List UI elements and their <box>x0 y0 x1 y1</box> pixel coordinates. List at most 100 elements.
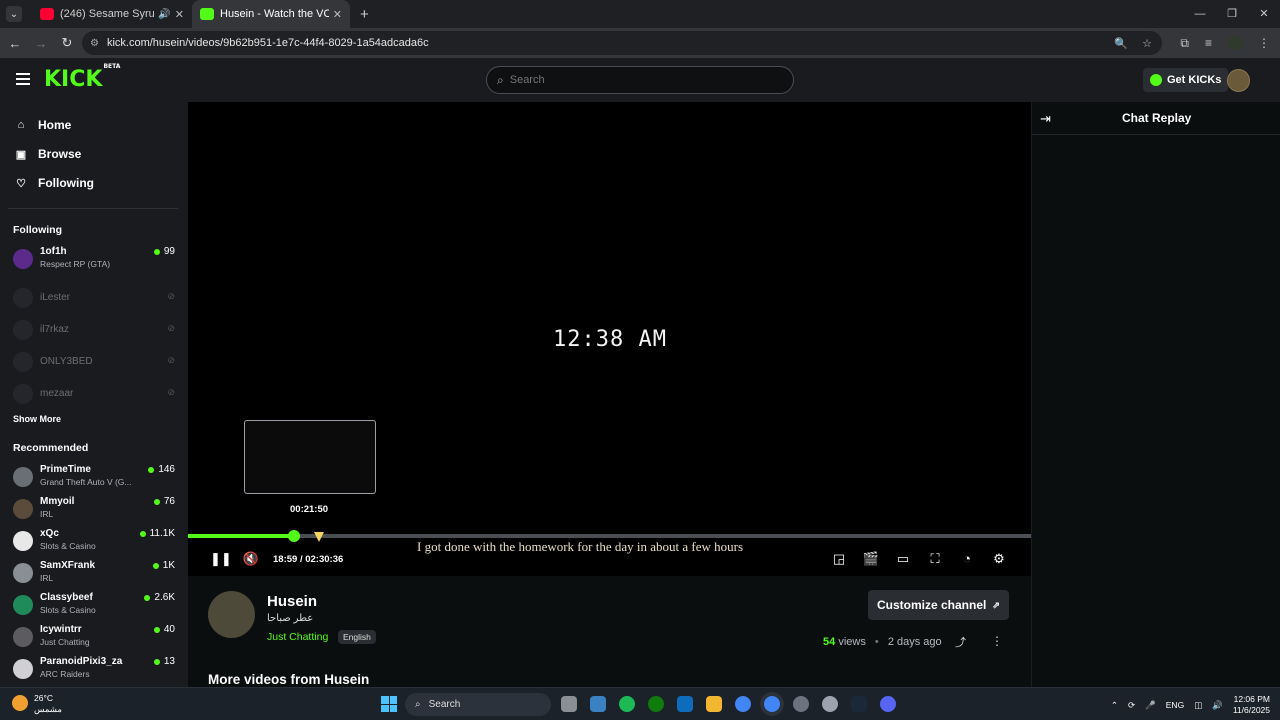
customize-channel-button[interactable]: Customize channel ⇗ <box>868 590 1009 620</box>
microphone-icon[interactable]: 🎤 <box>1145 700 1156 711</box>
close-tab-icon[interactable]: ✕ <box>175 8 184 21</box>
language-tag[interactable]: English <box>338 630 376 644</box>
maximize-icon[interactable]: ❐ <box>1216 0 1248 28</box>
steam-icon[interactable] <box>851 696 867 712</box>
tray-chevron-icon[interactable]: ⌃ <box>1111 700 1118 711</box>
recommended-channel[interactable]: Mmyoil IRL 76 <box>13 496 177 526</box>
viewer-count-value: 146 <box>158 464 175 475</box>
more-options-icon[interactable]: ⋮ <box>991 634 1003 648</box>
channel-name: Mmyoil <box>40 496 75 507</box>
clip-icon[interactable]: 🎬 <box>862 551 880 567</box>
back-icon[interactable]: ← <box>4 36 26 51</box>
chrome-icon[interactable] <box>735 696 751 712</box>
new-tab-icon[interactable]: + <box>360 6 369 23</box>
more-videos-heading: More videos from Husein <box>208 672 370 687</box>
recommended-channel[interactable]: PrimeTime Grand Theft Auto V (G... 146 <box>13 464 177 494</box>
seek-bar[interactable] <box>188 530 1031 542</box>
following-channel[interactable]: il7rkaz ⊘ <box>13 317 177 347</box>
extensions-icon[interactable]: ⧉ <box>1180 36 1189 51</box>
user-avatar[interactable] <box>1227 69 1250 92</box>
collapse-chat-icon[interactable]: ⇥ <box>1040 111 1051 127</box>
category-link[interactable]: Just Chatting <box>267 631 328 643</box>
search-input[interactable] <box>509 74 770 86</box>
channel-name: iLester <box>40 292 71 303</box>
settings-app-icon[interactable] <box>822 696 838 712</box>
app-icon[interactable] <box>793 696 809 712</box>
file-explorer-icon[interactable] <box>706 696 722 712</box>
site-search[interactable]: ⌕ <box>486 66 794 94</box>
seek-bar-handle[interactable] <box>288 530 301 542</box>
network-icon[interactable]: ⟳ <box>1128 700 1135 711</box>
zoom-icon[interactable]: 🔍 <box>1114 37 1128 50</box>
recommended-channel[interactable]: SamXFrank IRL 1K <box>13 560 177 590</box>
browser-tab-youtube[interactable]: (246) Sesame Syrup - Cigar 🔊 ✕ <box>32 0 192 28</box>
seek-preview-time: 00:21:50 <box>290 504 329 515</box>
pause-icon[interactable]: ❚❚ <box>210 551 232 567</box>
input-language[interactable]: ENG <box>1166 700 1184 710</box>
close-window-icon[interactable]: ✕ <box>1248 0 1280 28</box>
sidebar: ⌂ Home ▣ Browse ♡ Following Following 1of1h… <box>0 102 188 687</box>
discord-icon[interactable] <box>880 696 896 712</box>
divider <box>8 208 178 209</box>
menu-hamburger-icon[interactable] <box>16 73 30 88</box>
kick-logo[interactable]: KICKBETA <box>44 63 120 92</box>
following-channel[interactable]: ONLY3BED ⊘ <box>13 349 177 379</box>
store-icon[interactable] <box>590 696 606 712</box>
forward-icon[interactable]: → <box>30 36 52 51</box>
clock[interactable]: 12:06 PM 11/6/2025 <box>1233 694 1270 716</box>
show-more-link[interactable]: Show More <box>13 414 61 424</box>
get-kicks-button[interactable]: Get KICKs <box>1143 68 1229 92</box>
fullscreen-icon[interactable]: ⛶ <box>926 551 944 567</box>
windows-start-icon[interactable] <box>381 696 397 712</box>
channel-category: IRL <box>40 509 54 519</box>
channel-name[interactable]: Husein <box>267 593 317 610</box>
viewer-count: 76 <box>153 496 175 507</box>
miniplayer-icon[interactable]: ◲ <box>830 551 848 567</box>
wifi-icon[interactable]: ◫ <box>1194 700 1202 711</box>
following-channel[interactable]: iLester ⊘ <box>13 285 177 315</box>
task-view-icon[interactable] <box>561 696 577 712</box>
channel-category: ARC Raiders <box>40 669 90 679</box>
outlook-icon[interactable] <box>677 696 693 712</box>
theater-mode-icon[interactable]: ▭ <box>894 551 912 567</box>
taskbar-search[interactable]: ⌕ Search <box>405 693 551 716</box>
tab-search-chevron-icon[interactable]: ⌄ <box>6 6 22 22</box>
video-player[interactable]: 12:38 AM 00:21:50 I got done with the ho… <box>188 102 1031 576</box>
speaker-icon[interactable]: 🔊 <box>158 9 170 20</box>
muted-volume-icon[interactable]: 🔇 <box>242 551 260 567</box>
xbox-icon[interactable] <box>648 696 664 712</box>
recommended-channel[interactable]: ParanoidPixi3_za ARC Raiders 13 <box>13 656 177 686</box>
browser-menu-icon[interactable]: ⋮ <box>1258 36 1270 50</box>
channel-avatar-large[interactable] <box>208 591 255 638</box>
recommended-channel[interactable]: xQc Slots & Casino 11.1K <box>13 528 177 558</box>
browser-tab-kick[interactable]: Husein - Watch the VOD on Kick ✕ <box>192 0 350 28</box>
channel-name: mezaar <box>40 388 74 399</box>
system-tray: ⌃ ⟳ 🎤 ENG ◫ 🔊 12:06 PM 11/6/2025 <box>1111 694 1270 716</box>
share-icon[interactable]: ⤴ <box>955 634 966 650</box>
recommended-channel[interactable]: Classybeef Slots & Casino 2.6K <box>13 592 177 622</box>
recommended-channel[interactable]: Icywintrr Just Chatting 40 <box>13 624 177 654</box>
chrome-active-icon[interactable] <box>764 696 780 712</box>
profile-avatar[interactable] <box>1228 36 1242 50</box>
taskbar-search-label: Search <box>428 699 461 710</box>
close-tab-icon[interactable]: ✕ <box>333 8 342 21</box>
site-info-icon[interactable]: ⚙ <box>90 38 99 49</box>
nav-browse[interactable]: ▣ Browse <box>14 147 82 161</box>
settings-gear-icon[interactable]: ⚙ <box>990 551 1008 567</box>
viewer-count-value: 13 <box>163 656 175 667</box>
nav-following[interactable]: ♡ Following <box>14 176 94 190</box>
chat-title: Chat Replay <box>1122 111 1192 125</box>
playback-speed-icon[interactable]: ◔ <box>958 551 976 566</box>
following-channel[interactable]: 1of1h Respect RP (GTA) 99 <box>13 246 177 276</box>
following-channel[interactable]: mezaar ⊘ <box>13 381 177 411</box>
reload-icon[interactable]: ↻ <box>56 35 78 51</box>
viewer-count-value: 99 <box>163 246 175 257</box>
spotify-icon[interactable] <box>619 696 635 712</box>
bookmark-star-icon[interactable]: ☆ <box>1142 37 1152 50</box>
minimize-icon[interactable]: — <box>1184 0 1216 28</box>
nav-home[interactable]: ⌂ Home <box>14 118 72 132</box>
url-bar[interactable]: ⚙ kick.com/husein/videos/9b62b951-1e7c-4… <box>82 31 1162 55</box>
media-controls-icon[interactable]: ≡ <box>1205 36 1212 50</box>
weather-widget[interactable]: 26°C مشمس <box>12 693 62 715</box>
volume-icon[interactable]: 🔊 <box>1212 700 1223 711</box>
